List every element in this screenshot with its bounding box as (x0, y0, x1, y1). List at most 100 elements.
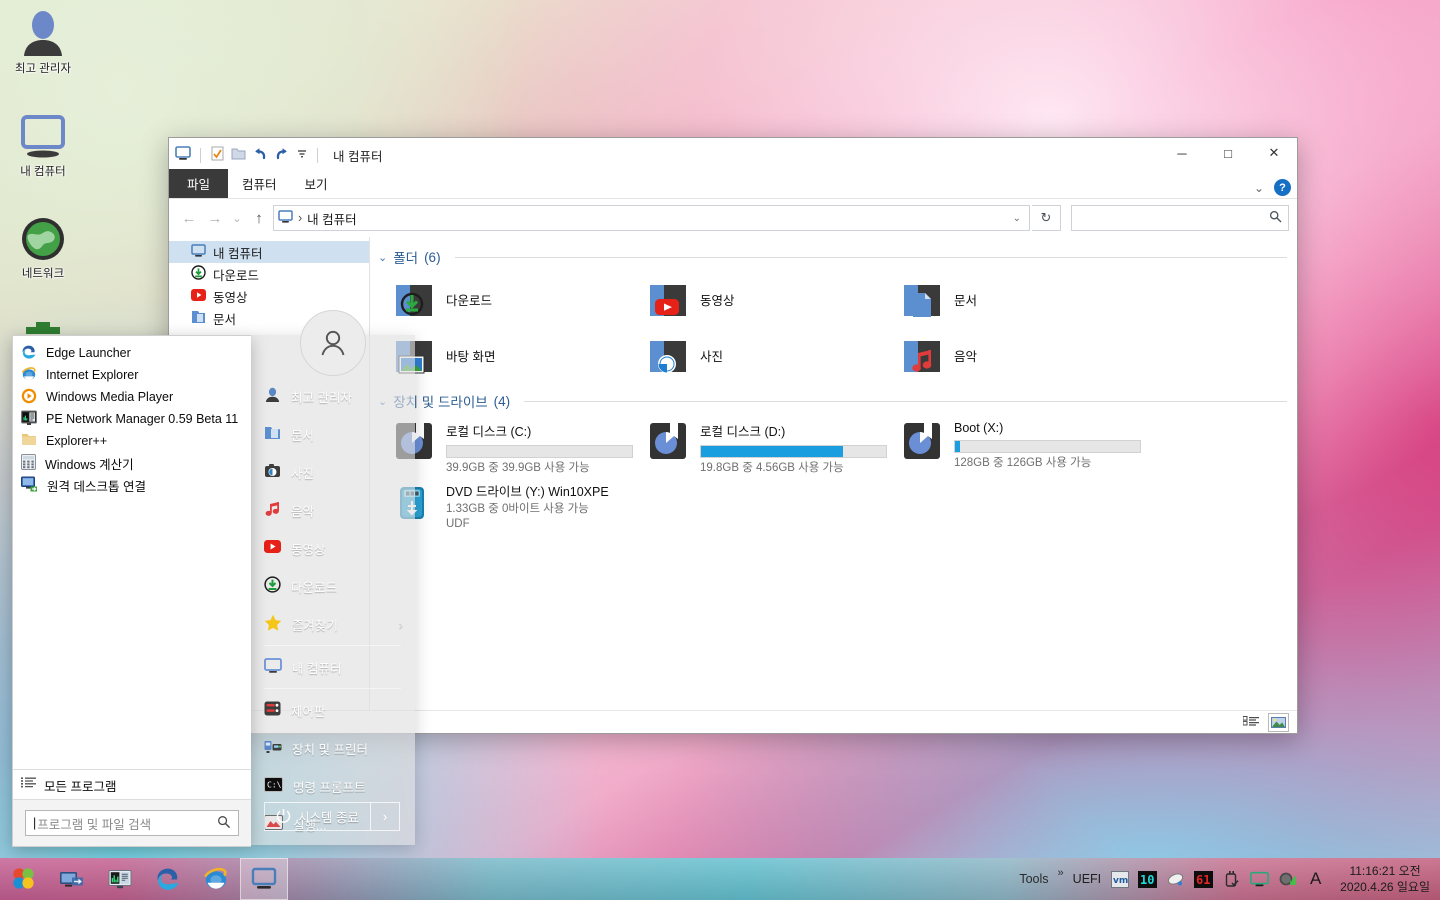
resource-monitor-icon[interactable]: 10 (1138, 870, 1158, 888)
search-input[interactable] (1071, 205, 1289, 231)
start-right-item-videos[interactable]: 동영상 (250, 529, 415, 567)
shutdown-button[interactable]: 시스템 종료 › (264, 802, 400, 831)
start-right-item-pictures[interactable]: 사진 (250, 453, 415, 491)
redo-icon[interactable] (274, 146, 290, 164)
help-icon[interactable]: ? (1274, 179, 1291, 196)
start-menu-left-panel[interactable]: Edge Launcher Internet Explorer Windows … (12, 335, 251, 847)
folder-item-documents[interactable]: 문서 (900, 271, 1154, 327)
customize-caret-icon[interactable] (296, 148, 308, 163)
start-menu[interactable]: 최고 관리자 문서 사진 음악 동영상 다운로드 즐겨찾기 › 내 컴퓨터 제어… (0, 310, 415, 847)
vm-icon[interactable]: vm (1110, 870, 1129, 888)
taskbar-pinned-area[interactable] (0, 858, 288, 900)
large-icons-view-icon[interactable] (1268, 713, 1289, 732)
taskbar[interactable]: Tools » UEFI vm 10 61 A 11:16:21 오전 2020… (0, 858, 1440, 900)
desktop-icon-network[interactable]: 네트워크 (0, 207, 86, 281)
start-program-internet-explorer[interactable]: Internet Explorer (13, 364, 251, 386)
taskbar-explorer-window[interactable] (240, 858, 288, 900)
start-menu-right-panel[interactable]: 최고 관리자 문서 사진 음악 동영상 다운로드 즐겨찾기 › 내 컴퓨터 제어… (250, 310, 415, 845)
folder-item-pictures[interactable]: 사진 (646, 327, 900, 383)
start-right-item-devices-printers[interactable]: 장치 및 프린터 (250, 729, 415, 767)
start-program-pe-network-manager[interactable]: PE Network Manager 0.59 Beta 11 (13, 408, 251, 430)
start-program-edge-launcher[interactable]: Edge Launcher (13, 342, 251, 364)
start-right-item-user[interactable]: 최고 관리자 (250, 377, 415, 415)
ime-indicator-icon[interactable]: A (1306, 869, 1325, 888)
address-bar[interactable]: › 내 컴퓨터 ⌄ (273, 205, 1030, 231)
sidebar-item-downloads[interactable]: 다운로드 (169, 263, 369, 285)
start-right-item-cmd[interactable]: C:\ 명령 프롬프트 (250, 767, 415, 805)
display-icon[interactable] (1250, 870, 1270, 888)
back-button[interactable]: ← (177, 206, 201, 230)
start-right-item-control-panel[interactable]: 제어판 (250, 691, 415, 729)
close-button[interactable]: ✕ (1251, 138, 1297, 168)
undo-icon[interactable] (252, 146, 268, 164)
group-header-folders[interactable]: ⌄ 폴더 (6) (370, 247, 1297, 267)
drive-item-y[interactable]: DVD 드라이브 (Y:) Win10XPE 1.33GB 중 0바이트 사용 … (392, 475, 646, 535)
view-buttons[interactable] (1242, 713, 1289, 732)
quick-access-toolbar[interactable]: 내 컴퓨터 ─ □ ✕ (169, 138, 1297, 172)
window-controls[interactable]: ─ □ ✕ (1159, 138, 1297, 168)
address-dropdown-icon[interactable]: ⌄ (1013, 213, 1025, 224)
start-right-item-documents[interactable]: 문서 (250, 415, 415, 453)
ribbon-tabs[interactable]: 파일 컴퓨터 보기 ⌄ ? (169, 169, 1297, 198)
folder-item-videos[interactable]: 동영상 (646, 271, 900, 327)
taskbar-internet-explorer[interactable] (192, 858, 240, 900)
properties-icon[interactable] (210, 146, 225, 164)
tab-view[interactable]: 보기 (291, 170, 342, 198)
network-status-icon[interactable] (1278, 870, 1297, 888)
tools-label[interactable]: Tools (1019, 872, 1048, 886)
start-right-item-music[interactable]: 음악 (250, 491, 415, 529)
content-pane[interactable]: ⌄ 폴더 (6) 다운로드 동영상 문서 바탕 화면 사진 음악 장치 및 드라… (370, 237, 1297, 711)
start-program-remote-desktop[interactable]: 원격 데스크톱 연결 (13, 474, 251, 496)
start-right-item-favorites[interactable]: 즐겨찾기 › (250, 605, 415, 643)
sidebar-item-my-computer[interactable]: 내 컴퓨터 (169, 241, 369, 263)
computer-icon[interactable] (175, 146, 191, 164)
group-header-drives[interactable]: ⌄ 장치 및 드라이브 (4) (370, 391, 1297, 411)
system-tray[interactable]: Tools » UEFI vm 10 61 A 11:16:21 오전 2020… (1019, 863, 1440, 895)
start-right-item-downloads[interactable]: 다운로드 (250, 567, 415, 605)
all-programs-button[interactable]: 모든 프로그램 (13, 769, 251, 800)
drive-item-c[interactable]: 로컬 디스크 (C:) 39.9GB 중 39.9GB 사용 가능 (392, 415, 646, 475)
start-program-calculator[interactable]: Windows 계산기 (13, 452, 251, 474)
taskbar-network-share[interactable] (48, 858, 96, 900)
drive-item-d[interactable]: 로컬 디스크 (D:) 19.8GB 중 4.56GB 사용 가능 (646, 415, 900, 475)
tray-overflow-icon[interactable]: » (1058, 867, 1064, 879)
folder-item-desktop[interactable]: 바탕 화면 (392, 327, 646, 383)
taskbar-edge[interactable] (144, 858, 192, 900)
details-view-icon[interactable] (1242, 714, 1261, 731)
chevron-down-icon[interactable]: ⌄ (378, 251, 387, 264)
maximize-button[interactable]: □ (1205, 138, 1251, 168)
start-program-windows-media-player[interactable]: Windows Media Player (13, 386, 251, 408)
usb-eject-icon[interactable] (1222, 870, 1241, 888)
start-button[interactable] (0, 858, 48, 900)
drive-item-x[interactable]: Boot (X:) 128GB 중 126GB 사용 가능 (900, 415, 1154, 475)
address-toolbar[interactable]: ← → ⌄ ↑ › 내 컴퓨터 ⌄ ↻ (169, 199, 1297, 237)
taskbar-pe-network-manager[interactable] (96, 858, 144, 900)
sidebar-item-videos[interactable]: 동영상 (169, 285, 369, 307)
folder-item-music[interactable]: 음악 (900, 327, 1154, 383)
collapse-ribbon-icon[interactable]: ⌄ (1254, 181, 1264, 195)
uefi-label[interactable]: UEFI (1073, 872, 1101, 886)
refresh-button[interactable]: ↻ (1032, 205, 1061, 231)
tab-file[interactable]: 파일 (169, 169, 229, 198)
search-icon[interactable] (217, 815, 231, 832)
chevron-right-icon[interactable]: › (399, 617, 403, 632)
start-right-item-my-computer[interactable]: 내 컴퓨터 (250, 648, 415, 686)
folder-item-downloads[interactable]: 다운로드 (392, 271, 646, 327)
start-search-input[interactable]: | 프로그램 및 파일 검색 (25, 810, 239, 836)
start-program-explorerpp[interactable]: Explorer++ (13, 430, 251, 452)
clock[interactable]: 11:16:21 오전 2020.4.26 일요일 (1334, 863, 1430, 895)
tab-computer[interactable]: 컴퓨터 (228, 170, 291, 198)
up-button[interactable]: ↑ (247, 206, 271, 230)
cpu-temp-icon[interactable]: 61 (1194, 870, 1214, 888)
forward-button[interactable]: → (203, 206, 227, 230)
mouse-icon[interactable] (1166, 870, 1185, 888)
desktop-icon-user-admin[interactable]: 최고 관리자 (0, 2, 86, 76)
new-folder-icon[interactable] (231, 146, 246, 164)
desktop-icon-my-computer[interactable]: 내 컴퓨터 (0, 105, 86, 179)
search-icon[interactable] (1269, 210, 1282, 226)
user-avatar[interactable] (300, 310, 366, 376)
minimize-button[interactable]: ─ (1159, 138, 1205, 168)
breadcrumb-item[interactable]: 내 컴퓨터 (307, 209, 356, 228)
shutdown-options-arrow[interactable]: › (370, 803, 399, 830)
recent-locations-icon[interactable]: ⌄ (229, 206, 245, 230)
